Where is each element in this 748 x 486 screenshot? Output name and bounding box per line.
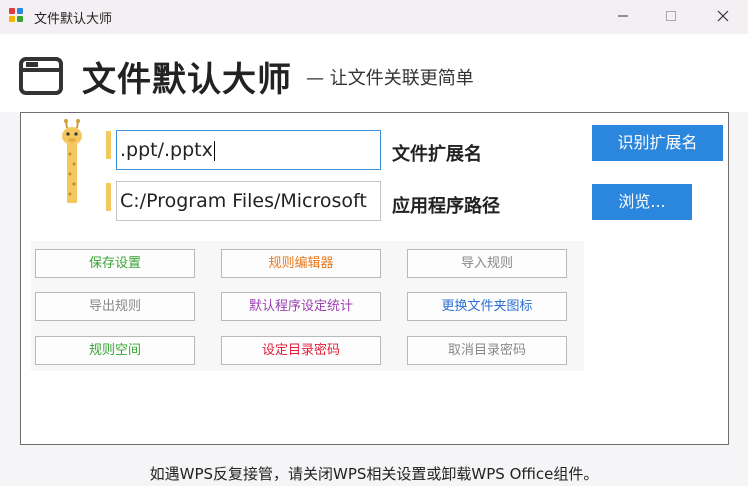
window-title: 文件默认大师: [34, 12, 113, 27]
extension-label: 文件扩展名: [392, 144, 482, 165]
minimize-icon[interactable]: [600, 2, 646, 32]
app-path-input[interactable]: C:/Program Files/Microsoft: [116, 181, 381, 221]
app-path-input-value: C:/Program Files/Microsoft: [120, 190, 367, 212]
app-header: 文件默认大师 — 让文件关联更简单: [0, 34, 748, 112]
close-icon[interactable]: [700, 2, 746, 32]
save-settings-button[interactable]: 保存设置: [35, 249, 195, 278]
browse-button[interactable]: 浏览...: [592, 184, 692, 220]
export-rules-button[interactable]: 导出规则: [35, 292, 195, 321]
rule-button-grid: 保存设置 规则编辑器 导入规则 导出规则 默认程序设定统计 更换文件夹图标 规则…: [31, 241, 584, 371]
remove-folder-password-button[interactable]: 取消目录密码: [407, 336, 567, 365]
app-title: 文件默认大师: [82, 60, 292, 100]
text-caret: [213, 140, 215, 161]
set-folder-password-button[interactable]: 设定目录密码: [221, 336, 381, 365]
extension-input-value: .ppt/.pptx: [120, 139, 213, 161]
rule-space-button[interactable]: 规则空间: [35, 336, 195, 365]
default-program-stats-button[interactable]: 默认程序设定统计: [221, 292, 381, 321]
extension-input[interactable]: .ppt/.pptx: [116, 130, 381, 170]
rule-editor-button[interactable]: 规则编辑器: [221, 249, 381, 278]
change-folder-icon-button[interactable]: 更换文件夹图标: [407, 292, 567, 321]
maximize-icon[interactable]: [648, 2, 694, 32]
folder-window-icon: [19, 56, 63, 96]
app-path-label: 应用程序路径: [392, 196, 500, 217]
app-icon: [9, 8, 25, 24]
extension-marker: [106, 131, 111, 159]
main-panel: .ppt/.pptx 文件扩展名 识别扩展名 C:/Program Files/…: [20, 112, 729, 445]
import-rules-button[interactable]: 导入规则: [407, 249, 567, 278]
title-bar: 文件默认大师: [0, 0, 748, 34]
footer-notice: 如遇WPS反复接管，请关闭WPS相关设置或卸载WPS Office组件。: [149, 465, 599, 483]
detect-extension-button[interactable]: 识别扩展名: [592, 125, 723, 161]
giraffe-icon: [57, 119, 87, 203]
path-marker: [106, 183, 111, 211]
app-subtitle: — 让文件关联更简单: [306, 68, 474, 89]
